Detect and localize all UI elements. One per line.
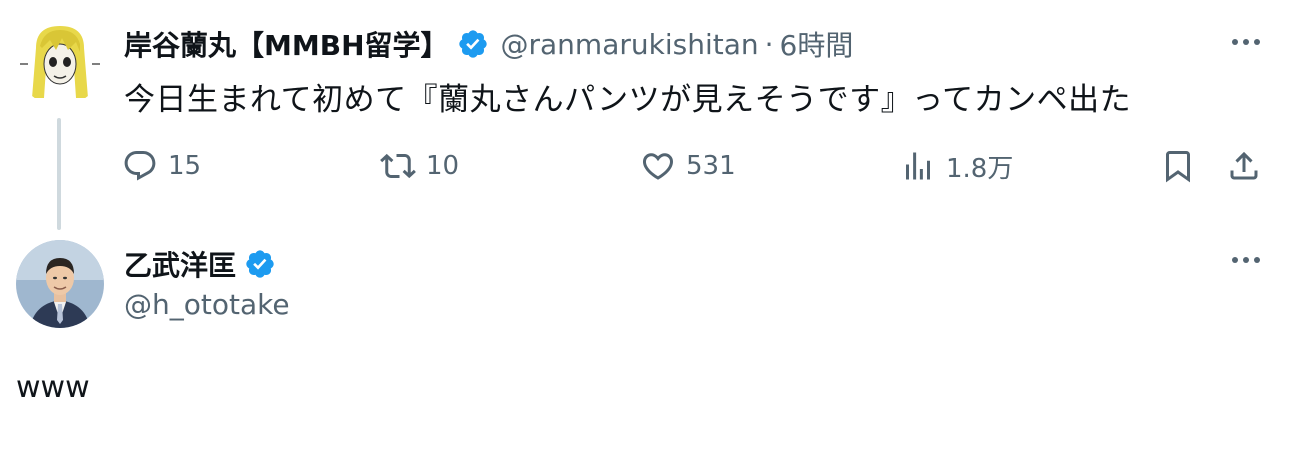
reply-icon: [124, 151, 156, 181]
views-button[interactable]: 1.8万: [900, 144, 1013, 188]
like-button[interactable]: 531: [640, 144, 736, 188]
reply-header: 乙武洋匡: [124, 244, 276, 284]
more-icon[interactable]: [1226, 250, 1266, 270]
more-icon[interactable]: [1226, 32, 1266, 52]
parent-timestamp[interactable]: 6時間: [780, 24, 854, 64]
views-count: 1.8万: [946, 153, 1014, 184]
retweet-button[interactable]: 10: [380, 144, 459, 188]
separator-dot: ·: [764, 27, 774, 61]
reply-tweet-text: www: [16, 370, 90, 405]
parent-display-name[interactable]: 岸谷蘭丸【MMBH留学】: [124, 24, 449, 64]
like-icon: [642, 153, 674, 180]
parent-handle[interactable]: @ranmarukishitan: [501, 28, 759, 61]
tweet-thread: 岸谷蘭丸【MMBH留学】 @ranmarukishitan · 6時間 今日生ま…: [0, 0, 1300, 449]
like-count: 531: [686, 151, 736, 181]
reply-button[interactable]: 15: [122, 144, 201, 188]
retweet-icon: [380, 153, 416, 179]
reply-count: 15: [168, 151, 202, 181]
verified-badge-icon[interactable]: [457, 28, 489, 60]
action-bar: 15 10 531 1.8万: [0, 144, 1300, 188]
reply-avatar[interactable]: [16, 240, 104, 328]
retweet-count: 10: [426, 151, 460, 181]
parent-avatar[interactable]: [16, 18, 104, 106]
share-icon: [1230, 151, 1258, 180]
parent-tweet-text: 今日生まれて初めて『蘭丸さんパンツが見えそうです』ってカンペ出た: [124, 82, 1132, 118]
reply-display-name[interactable]: 乙武洋匡: [124, 244, 236, 284]
verified-badge-icon[interactable]: [244, 248, 276, 280]
parent-header: 岸谷蘭丸【MMBH留学】 @ranmarukishitan · 6時間: [124, 24, 853, 64]
share-button[interactable]: [1226, 144, 1262, 188]
bookmark-icon: [1166, 151, 1190, 183]
reply-handle[interactable]: @h_ototake: [124, 288, 290, 321]
bookmark-button[interactable]: [1160, 144, 1196, 188]
views-icon: [906, 152, 930, 180]
